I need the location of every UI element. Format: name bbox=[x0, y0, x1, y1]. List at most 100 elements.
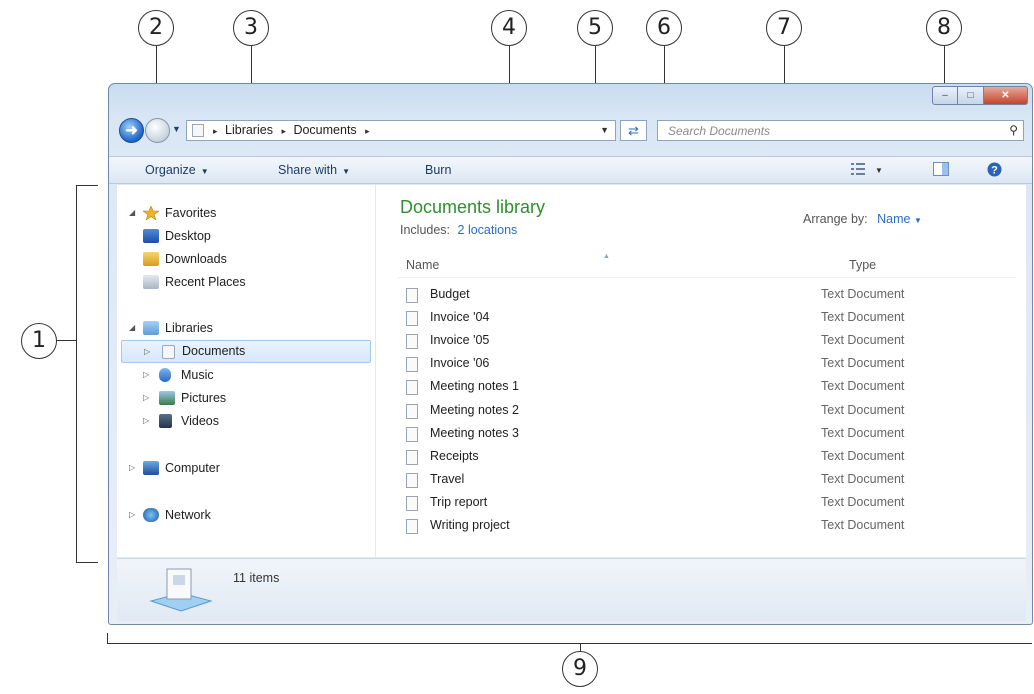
organize-label: Organize bbox=[145, 163, 196, 177]
file-name: Invoice '05 bbox=[430, 333, 490, 347]
nav-libraries-label: Libraries bbox=[165, 321, 213, 335]
share-with-dropdown-icon: ▼ bbox=[342, 167, 350, 176]
leader-line-1 bbox=[56, 340, 76, 341]
leader-bracket-1-top bbox=[76, 185, 98, 186]
leader-bracket-9-h bbox=[107, 643, 1032, 644]
expand-arrow-icon[interactable]: ▷ bbox=[129, 458, 135, 478]
address-dropdown-icon[interactable]: ▼ bbox=[600, 125, 609, 135]
file-name: Meeting notes 2 bbox=[430, 403, 519, 417]
change-view-button[interactable] bbox=[851, 162, 865, 179]
forward-button[interactable] bbox=[145, 118, 170, 143]
organize-menu[interactable]: Organize ▼ bbox=[145, 163, 209, 177]
file-row[interactable]: Meeting notes 1 Text Document bbox=[406, 377, 966, 397]
file-type: Text Document bbox=[821, 379, 905, 393]
search-box[interactable]: ⚲ bbox=[657, 120, 1024, 141]
downloads-icon bbox=[143, 252, 159, 266]
recent-places-icon bbox=[143, 275, 159, 289]
library-includes: Includes: 2 locations bbox=[400, 223, 517, 237]
arrange-by-dropdown[interactable]: Name ▼ bbox=[877, 212, 922, 226]
nav-network-label: Network bbox=[165, 508, 211, 522]
leader-bracket-9-left bbox=[107, 633, 108, 644]
file-row[interactable]: Travel Text Document bbox=[406, 470, 966, 490]
recent-pages-dropdown-icon[interactable]: ▼ bbox=[172, 124, 181, 134]
burn-button[interactable]: Burn bbox=[425, 163, 451, 177]
text-document-icon bbox=[406, 427, 418, 442]
toolbar: Organize ▼ Share with ▼ Burn ▼ ? bbox=[109, 156, 1032, 184]
navigation-bar: ➜ ▼ ▸ Libraries ▸ Documents ▸ ▼ ⇄ ⚲ bbox=[119, 117, 1024, 145]
help-button[interactable]: ? bbox=[987, 162, 1002, 180]
expand-arrow-icon[interactable]: ▷ bbox=[129, 505, 135, 525]
expand-arrow-icon[interactable]: ▷ bbox=[144, 341, 150, 362]
nav-item-label: Music bbox=[181, 368, 214, 382]
minimize-button[interactable]: – bbox=[932, 86, 958, 105]
nav-item-documents[interactable]: ▷ Documents bbox=[121, 340, 371, 363]
breadcrumb-separator-icon[interactable]: ▸ bbox=[281, 126, 286, 136]
file-type: Text Document bbox=[821, 472, 905, 486]
chevron-down-icon: ▼ bbox=[913, 216, 922, 225]
share-with-label: Share with bbox=[278, 163, 338, 177]
file-row[interactable]: Meeting notes 2 Text Document bbox=[406, 401, 966, 421]
file-type: Text Document bbox=[821, 426, 905, 440]
file-row[interactable]: Meeting notes 3 Text Document bbox=[406, 424, 966, 444]
column-headers: Name ▲ Type bbox=[398, 253, 1016, 278]
address-bar[interactable]: ▸ Libraries ▸ Documents ▸ ▼ bbox=[186, 120, 616, 141]
refresh-button[interactable]: ⇄ bbox=[620, 120, 647, 141]
file-name: Travel bbox=[430, 472, 465, 486]
text-document-icon bbox=[406, 334, 418, 349]
text-document-icon bbox=[406, 519, 418, 534]
star-icon bbox=[143, 206, 159, 220]
caption-buttons: – □ ✕ bbox=[932, 86, 1028, 106]
expand-arrow-icon[interactable]: ▷ bbox=[143, 411, 149, 431]
desktop-icon bbox=[143, 229, 159, 243]
leader-bracket-1-v bbox=[76, 185, 77, 563]
file-row[interactable]: Invoice '06 Text Document bbox=[406, 354, 966, 374]
expand-arrow-icon[interactable]: ◢ bbox=[129, 318, 135, 338]
close-button[interactable]: ✕ bbox=[984, 86, 1028, 105]
pictures-icon bbox=[159, 391, 175, 405]
breadcrumb-documents[interactable]: Documents bbox=[293, 123, 356, 137]
column-header-name[interactable]: Name bbox=[406, 258, 439, 272]
arrange-by-value: Name bbox=[877, 212, 911, 226]
locations-link[interactable]: 2 locations bbox=[458, 223, 518, 237]
expand-arrow-icon[interactable]: ▷ bbox=[143, 388, 149, 408]
sort-ascending-icon: ▲ bbox=[603, 253, 610, 260]
nav-item-label: Recent Places bbox=[165, 275, 246, 289]
file-row[interactable]: Trip report Text Document bbox=[406, 493, 966, 513]
file-row[interactable]: Writing project Text Document bbox=[406, 516, 966, 536]
callout-4: 4 bbox=[491, 10, 527, 46]
file-name: Meeting notes 3 bbox=[430, 426, 519, 440]
file-row[interactable]: Invoice '05 Text Document bbox=[406, 331, 966, 351]
music-icon bbox=[159, 368, 171, 382]
column-header-type[interactable]: Type bbox=[849, 258, 876, 272]
back-button[interactable]: ➜ bbox=[119, 118, 144, 143]
expand-arrow-icon[interactable]: ◢ bbox=[129, 203, 135, 223]
callout-2: 2 bbox=[138, 10, 174, 46]
leader-bracket-1-bottom bbox=[76, 562, 98, 563]
breadcrumb-separator-icon[interactable]: ▸ bbox=[365, 126, 370, 136]
nav-item-label: Videos bbox=[181, 414, 219, 428]
file-row[interactable]: Receipts Text Document bbox=[406, 447, 966, 467]
text-document-icon bbox=[406, 380, 418, 395]
share-with-menu[interactable]: Share with ▼ bbox=[278, 163, 350, 177]
computer-icon bbox=[143, 461, 159, 475]
expand-arrow-icon[interactable]: ▷ bbox=[143, 365, 149, 385]
documents-icon bbox=[162, 345, 175, 359]
search-input[interactable] bbox=[658, 121, 988, 140]
organize-dropdown-icon: ▼ bbox=[200, 167, 209, 176]
file-row[interactable]: Invoice '04 Text Document bbox=[406, 308, 966, 328]
search-icon[interactable]: ⚲ bbox=[1009, 123, 1018, 137]
maximize-button[interactable]: □ bbox=[958, 86, 984, 105]
library-documents-icon bbox=[149, 568, 213, 612]
nav-favorites-label: Favorites bbox=[165, 206, 217, 220]
arrange-by-label: Arrange by: bbox=[803, 212, 868, 226]
file-row[interactable]: Budget Text Document bbox=[406, 285, 966, 305]
breadcrumb-separator-icon[interactable]: ▸ bbox=[213, 126, 218, 136]
breadcrumb-libraries[interactable]: Libraries bbox=[225, 123, 273, 137]
navigation-pane: ◢ Favorites Desktop Downloads Recent Pla… bbox=[117, 185, 376, 557]
view-dropdown-icon[interactable]: ▼ bbox=[875, 166, 883, 175]
text-document-icon bbox=[406, 357, 418, 372]
text-document-icon bbox=[406, 288, 418, 303]
preview-pane-button[interactable] bbox=[933, 162, 949, 179]
file-name: Trip report bbox=[430, 495, 488, 509]
burn-label: Burn bbox=[425, 163, 452, 177]
